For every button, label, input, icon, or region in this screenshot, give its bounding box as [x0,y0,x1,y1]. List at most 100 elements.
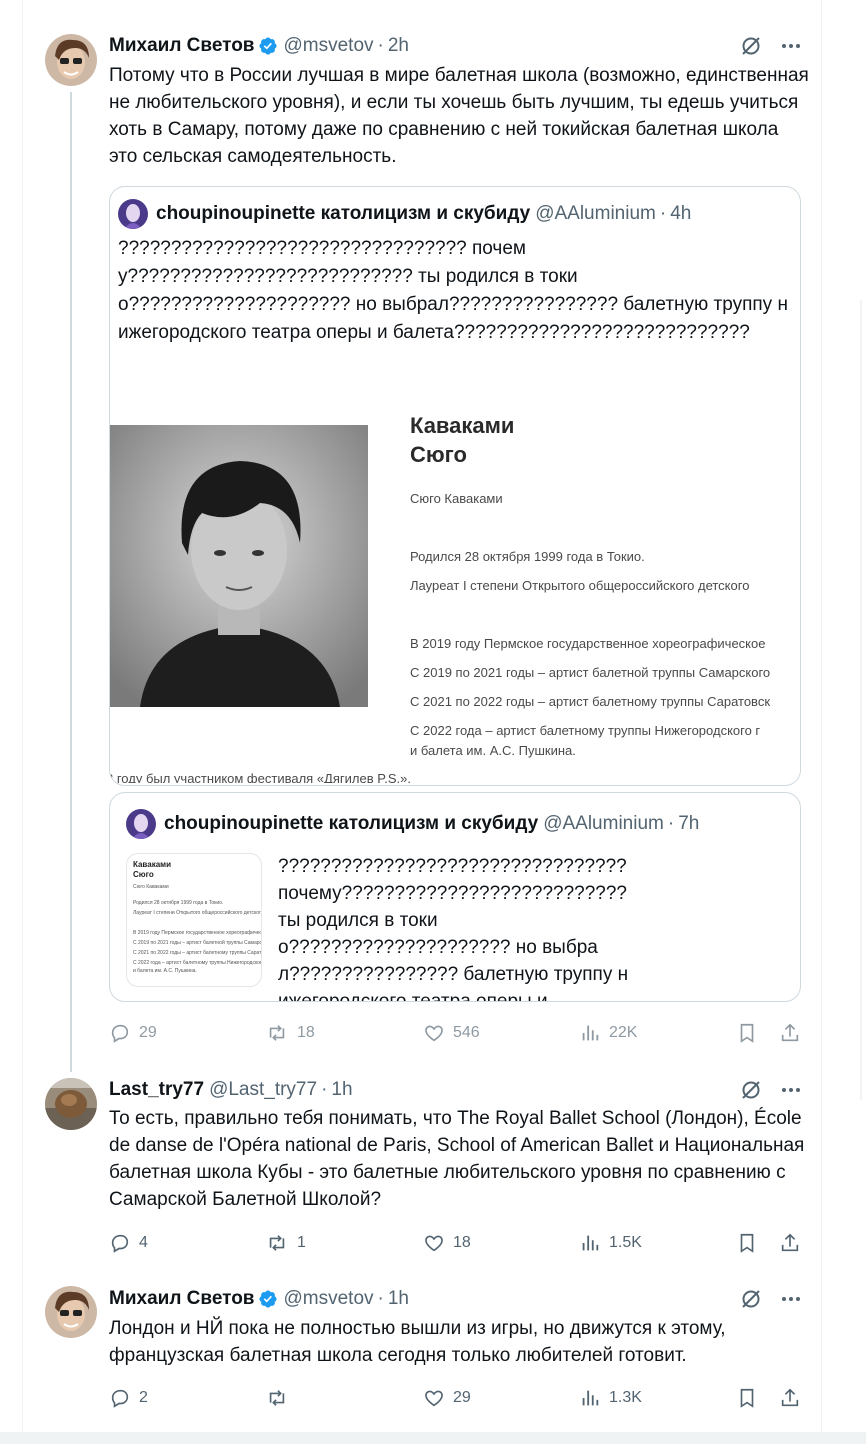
card-line: С 2019 по 2021 годы – артист балетной тр… [410,665,771,680]
like-count: 546 [453,1024,480,1041]
timestamp[interactable]: 1h [331,1079,352,1101]
reply-count: 4 [139,1234,148,1251]
more-icon[interactable] [781,1296,801,1302]
tweet-text: Лондон и НЙ пока не полностью вышли из и… [109,1318,726,1366]
thumbnail-title-line: Каваками [133,860,171,869]
author-handle[interactable]: @msvetov [283,1288,373,1310]
like-button[interactable]: 18 [423,1230,471,1256]
verified-badge-icon [258,36,278,56]
tweet-actions: 29 18 546 22K [109,1020,809,1046]
tweet-text: То есть, правильно тебя понимать, что Th… [109,1108,805,1210]
separator: · [659,203,667,224]
repost-button[interactable]: 18 [265,1020,315,1046]
bookmark-button[interactable] [737,1230,757,1256]
separator: · [377,1288,384,1309]
tweet-actions: 2 29 1.3K [109,1385,809,1411]
more-icon[interactable] [781,1087,801,1093]
quote-timestamp[interactable]: 4h [670,203,691,225]
card-line: и балета им. А.С. Пушкина. [410,743,576,758]
views-count: 1.3K [609,1389,642,1406]
avatar[interactable] [45,1078,97,1130]
quote-header: choupinoupinette католицизм и скубиду @A… [118,199,691,229]
card-title-line: Каваками [410,413,515,438]
tweet-header: Last_try77 @Last_try77 · 1h [109,1078,353,1102]
like-button[interactable]: 29 [423,1385,471,1411]
card-line: Родился 28 октября 1999 года в Токио. [410,549,645,564]
share-button[interactable] [779,1385,801,1411]
repost-button[interactable] [265,1385,297,1411]
quote-text: ????????????????????????????????? почему… [278,856,629,1002]
views-button[interactable]: 1.5K [579,1230,642,1256]
reply-button[interactable]: 2 [109,1385,148,1411]
timestamp[interactable]: 1h [388,1288,409,1310]
avatar[interactable] [45,34,97,86]
thumbnail-line: С 2019 по 2021 годы – артист балетной тр… [133,940,262,946]
verified-badge-icon [258,1289,278,1309]
views-count: 1.5K [609,1234,642,1251]
tweet-header: Михаил Светов @msvetov · 2h [109,34,409,58]
bookmark-button[interactable] [737,1385,757,1411]
card-subtitle: Сюго Каваками [410,491,503,506]
quote-image[interactable]: Каваками Сюго Сюго Каваками Родился 28 о… [110,397,800,783]
quote-author-name[interactable]: choupinoupinette католицизм и скубиду [164,813,538,835]
quote-author-handle[interactable]: @AAluminium [535,203,656,225]
author-handle[interactable]: @msvetov [283,35,373,57]
reply-button[interactable]: 29 [109,1020,157,1046]
author-name[interactable]: Михаил Светов [109,1288,254,1310]
quote-thumbnail[interactable]: Каваками Сюго Сюго Каваками Родился 28 о… [126,853,262,987]
card-line: В 2019 году Пермское государственное хор… [410,636,766,651]
bookmark-button[interactable] [737,1020,757,1046]
quote-author-name[interactable]: choupinoupinette католицизм и скубиду [156,203,530,225]
timestamp[interactable]: 2h [388,35,409,57]
thumbnail-line: В 2019 году Пермское государственное хор… [133,930,262,936]
quoted-tweet-nested[interactable]: choupinoupinette католицизм и скубиду @A… [109,792,801,1002]
reply-count: 2 [139,1389,148,1406]
quoted-tweet[interactable]: choupinoupinette католицизм и скубиду @A… [109,186,801,786]
card-line: С 2022 года – артист балетному труппы Ни… [410,723,761,738]
card-line: С 2021 по 2022 годы – артист балетному т… [410,694,771,709]
portrait-photo [110,425,368,707]
tweet-header: Михаил Светов @msvetov · 1h [109,1287,409,1311]
quote-avatar[interactable] [126,809,156,839]
share-button[interactable] [779,1020,801,1046]
like-count: 29 [453,1389,471,1406]
quote-text: ????????????????????????????????? почему… [118,238,788,343]
author-name[interactable]: Михаил Светов [109,35,254,57]
views-button[interactable]: 1.3K [579,1385,642,1411]
avatar[interactable] [45,1286,97,1338]
card-title: Каваками Сюго [410,411,550,469]
tweet-header-actions [739,1078,801,1102]
quote-timestamp[interactable]: 7h [678,813,699,835]
grok-icon[interactable] [739,1287,763,1311]
tweet-header-actions [739,1287,801,1311]
author-handle[interactable]: @Last_try77 [209,1079,317,1101]
repost-count: 1 [297,1234,306,1251]
thumbnail-line: Сюго Каваками [133,884,169,890]
grok-icon[interactable] [739,1078,763,1102]
repost-count: 18 [297,1024,315,1041]
views-button[interactable]: 22K [579,1020,637,1046]
separator: · [667,813,675,834]
tweet-actions: 4 1 18 1.5K [109,1230,809,1256]
thumbnail-title: Каваками Сюго [133,860,171,880]
repost-button[interactable]: 1 [265,1230,306,1256]
thumbnail-title-line: Сюго [133,870,154,879]
grok-icon[interactable] [739,34,763,58]
views-count: 22K [609,1024,638,1041]
tweet-text: Потому что в России лучшая в мире балетн… [109,65,809,167]
thumbnail-line: С 2022 года – артист балетному труппы Ни… [133,960,262,966]
share-button[interactable] [779,1230,801,1256]
like-button[interactable]: 546 [423,1020,480,1046]
thread-line [70,92,72,1072]
reply-button[interactable]: 4 [109,1230,148,1256]
tweet-header-actions [739,34,801,58]
quote-author-handle[interactable]: @AAluminium [543,813,664,835]
card-line: 3 году был участником фестиваля «Дягилев… [110,771,411,783]
separator: · [377,35,384,56]
separator: · [321,1079,328,1100]
quote-header: choupinoupinette католицизм и скубиду @A… [126,809,699,839]
more-icon[interactable] [781,43,801,49]
quote-avatar[interactable] [118,199,148,229]
like-count: 18 [453,1234,471,1251]
author-name[interactable]: Last_try77 [109,1079,204,1101]
